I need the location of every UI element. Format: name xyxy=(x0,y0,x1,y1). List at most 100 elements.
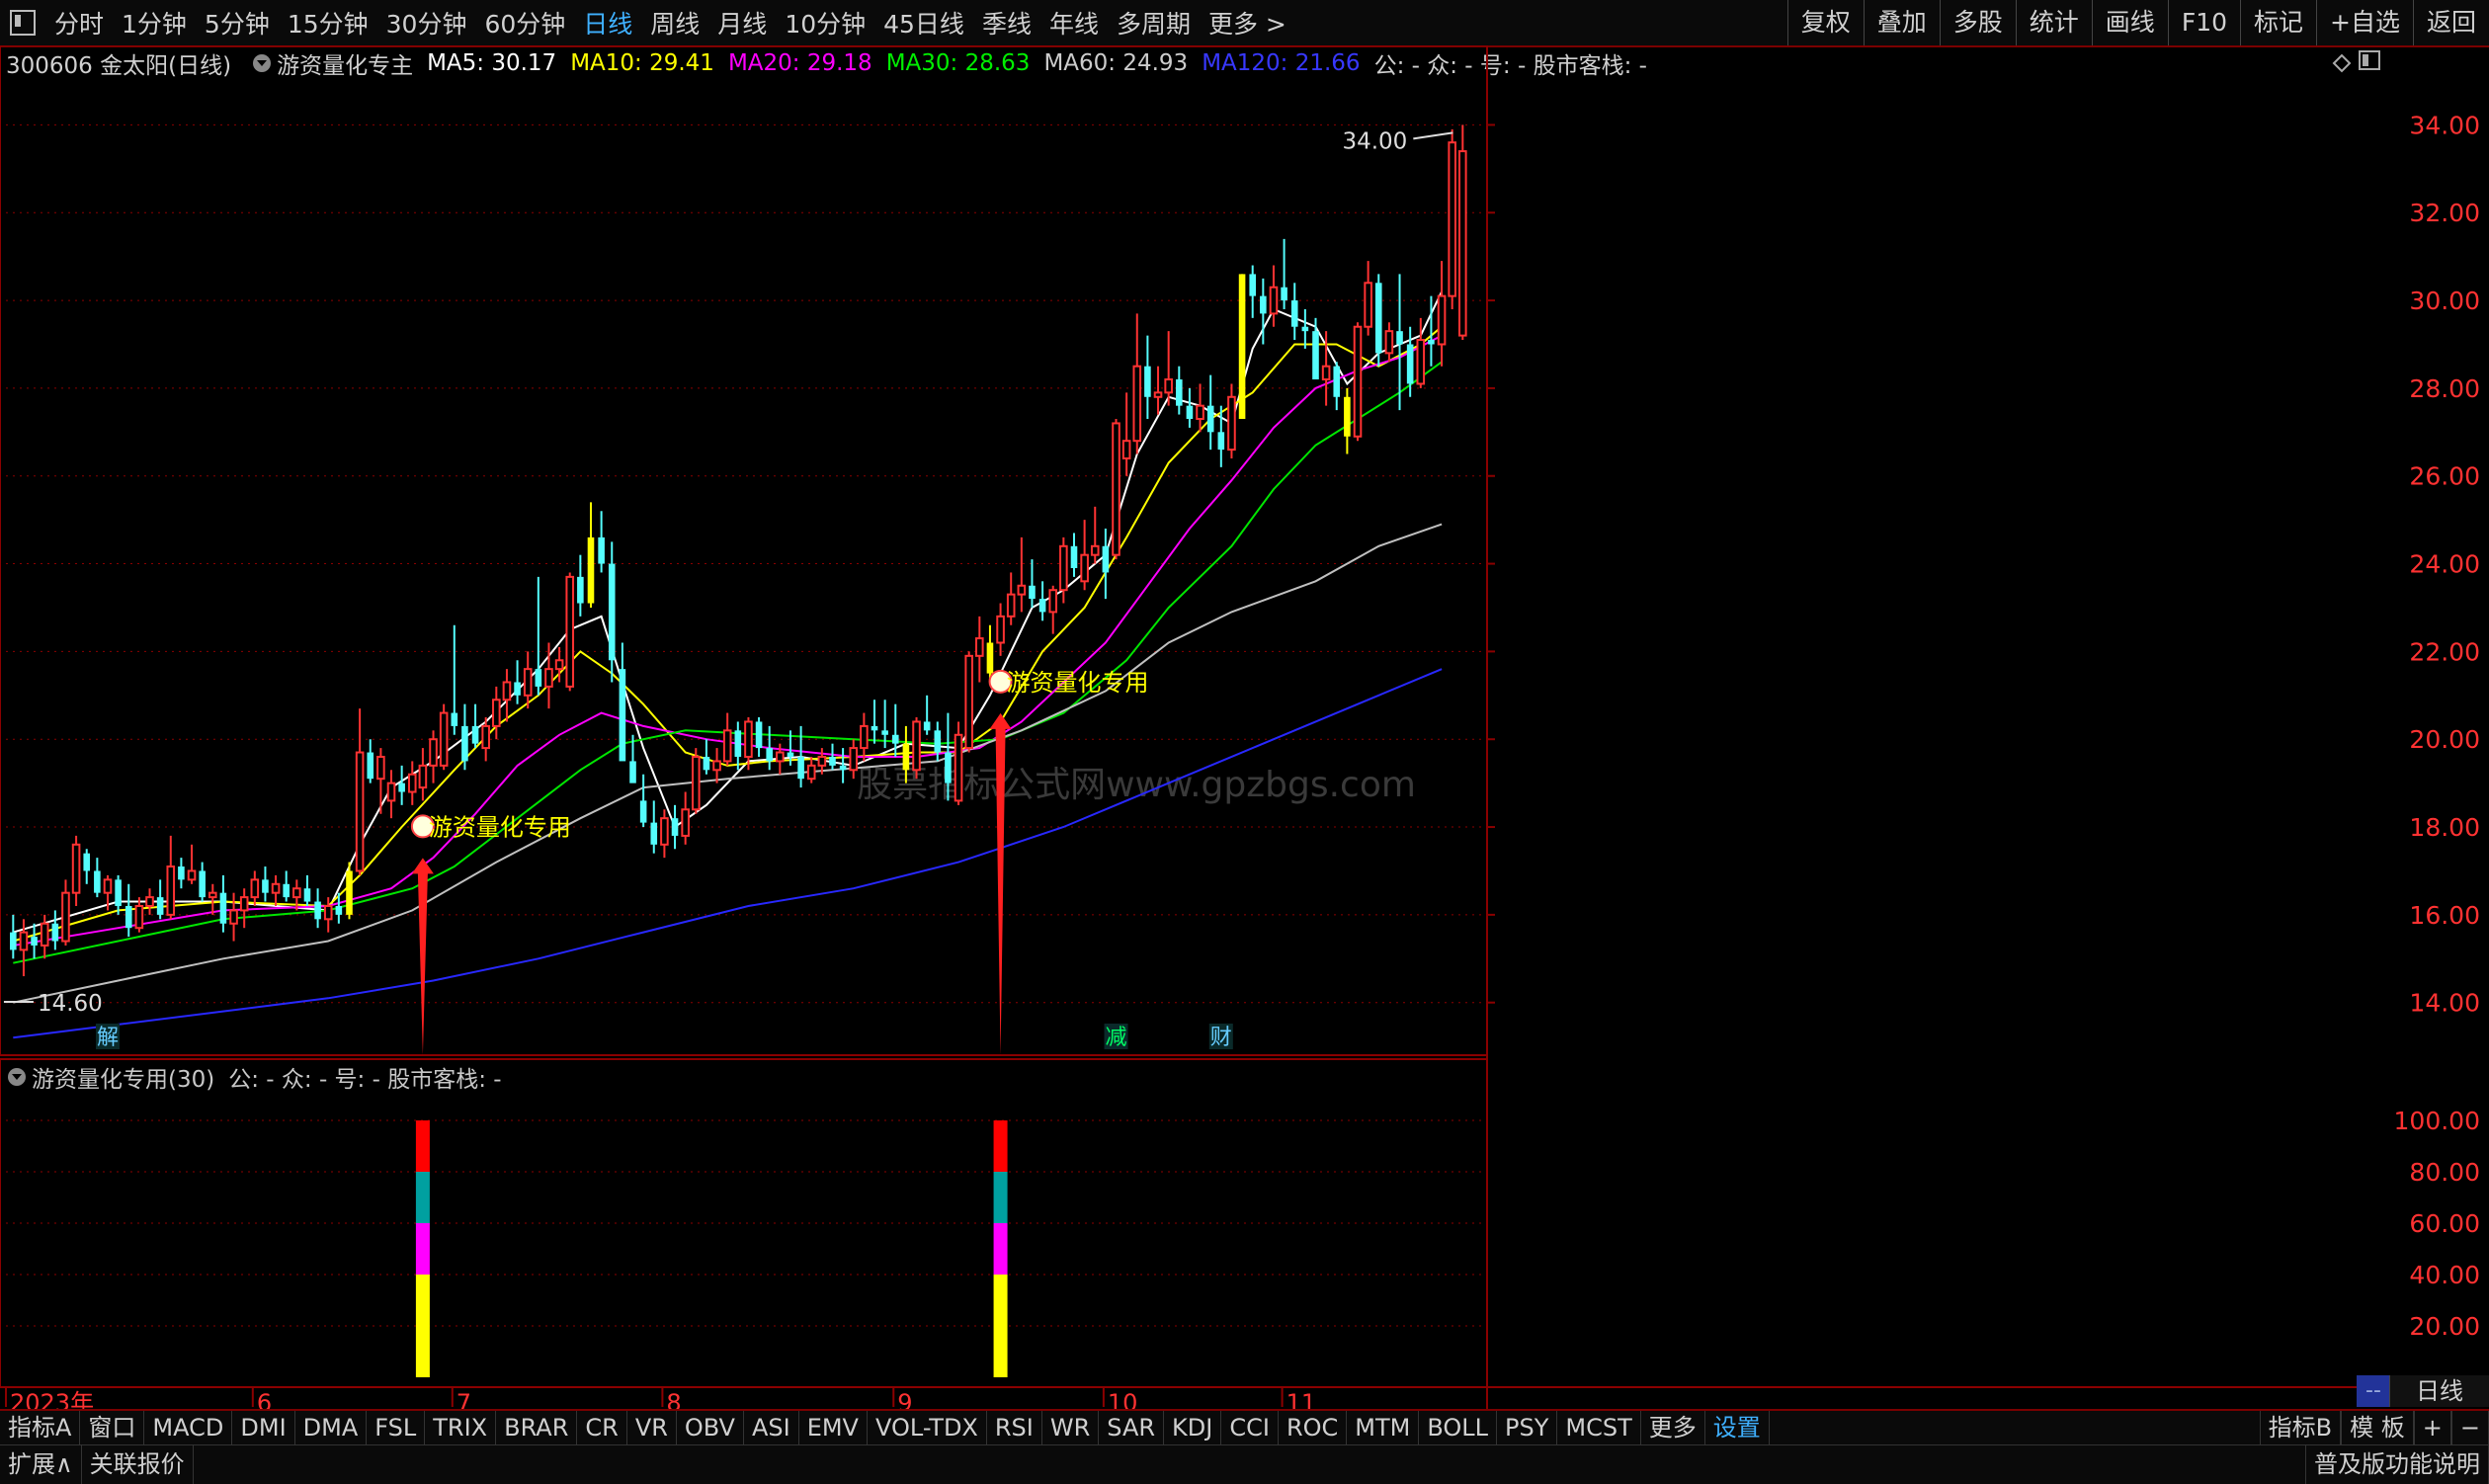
price-tick-label-6: 26.00 xyxy=(2409,462,2480,491)
indicator-tab-15[interactable]: WR xyxy=(1042,1411,1100,1444)
period-1[interactable]: 1分钟 xyxy=(113,5,196,41)
candle-body-128 xyxy=(1353,325,1363,438)
indicator-tab-right-3[interactable]: − xyxy=(2450,1411,2489,1444)
indicator-tab-2[interactable]: MACD xyxy=(144,1411,233,1444)
toolbar-right-2[interactable]: 多股 xyxy=(1939,0,2016,45)
candle-body-74 xyxy=(787,752,794,757)
candle-body-72 xyxy=(766,748,774,762)
date-label-4: 9 xyxy=(897,1389,912,1409)
high-label: 34.00 xyxy=(1342,128,1407,154)
indicator-tab-4[interactable]: DMA xyxy=(295,1411,368,1444)
sub-tick-label-0: 20.00 xyxy=(2409,1312,2480,1341)
event-mark-1: 减 xyxy=(1106,1026,1127,1050)
candle-body-33 xyxy=(355,751,365,872)
period-11[interactable]: 季线 xyxy=(973,5,1040,41)
period-13[interactable]: 多周期 xyxy=(1108,5,1200,41)
indicator-tab-5[interactable]: FSL xyxy=(367,1411,426,1444)
indicator-tab-11[interactable]: ASI xyxy=(744,1411,799,1444)
toolbar-right-6[interactable]: 标记 xyxy=(2240,0,2316,45)
toolbar-right-5[interactable]: F10 xyxy=(2167,0,2240,45)
indicator-tab-right-1[interactable]: 模 板 xyxy=(2341,1411,2414,1444)
toolbar-right-7[interactable]: +自选 xyxy=(2316,0,2413,45)
period-12[interactable]: 年线 xyxy=(1040,5,1108,41)
candle-body-94 xyxy=(996,615,1005,644)
indicator-tab-21[interactable]: BOLL xyxy=(1419,1411,1498,1444)
indicator-tab-16[interactable]: SAR xyxy=(1099,1411,1165,1444)
toolbar-right-1[interactable]: 叠加 xyxy=(1863,0,1940,45)
related-quote-button[interactable]: 关联报价 xyxy=(82,1445,194,1484)
candle-body-123 xyxy=(1301,326,1309,332)
indicator-tab-7[interactable]: BRAR xyxy=(496,1411,578,1444)
period-0[interactable]: 分时 xyxy=(45,5,113,41)
candle-body-116 xyxy=(1227,395,1236,452)
period-8[interactable]: 月线 xyxy=(708,5,776,41)
toolbar-right-3[interactable]: 统计 xyxy=(2015,0,2092,45)
period-10[interactable]: 45日线 xyxy=(874,5,973,41)
period-button[interactable]: 日线 xyxy=(2389,1375,2489,1407)
period-9[interactable]: 10分钟 xyxy=(776,5,874,41)
indicator-tab-24[interactable]: 更多 xyxy=(1641,1411,1705,1444)
indicator-tab-22[interactable]: PSY xyxy=(1497,1411,1558,1444)
dash-button[interactable]: -- xyxy=(2357,1375,2390,1407)
expand-button[interactable]: 扩展∧ xyxy=(0,1445,82,1484)
indicator-tabs: 指标A 窗口 MACD DMI DMA FSL TRIX BRAR CR VR OBV ASI EMV V… xyxy=(0,1411,1770,1444)
period-7[interactable]: 周线 xyxy=(641,5,708,41)
indicator-tab-18[interactable]: CCI xyxy=(1221,1411,1279,1444)
indicator-tab-9[interactable]: VR xyxy=(627,1411,677,1444)
indicator-tab-right-2[interactable]: + xyxy=(2413,1411,2451,1444)
indicator-tab-19[interactable]: ROC xyxy=(1279,1411,1348,1444)
candle-body-79 xyxy=(839,765,847,771)
sub-indicator-bars xyxy=(415,1120,1008,1377)
candle-body-48 xyxy=(514,682,521,696)
candle-body-69 xyxy=(734,730,742,757)
candle-body-59 xyxy=(629,761,636,783)
candle-body-75 xyxy=(797,756,804,780)
period-3[interactable]: 15分钟 xyxy=(279,5,377,41)
candle-body-26 xyxy=(283,883,290,898)
candle-body-115 xyxy=(1217,432,1225,451)
period-6[interactable]: 日线 xyxy=(574,5,641,41)
version-info-button[interactable]: 普及版功能说明 xyxy=(2305,1445,2489,1484)
indicator-tab-13[interactable]: VOL-TDX xyxy=(868,1411,987,1444)
indicator-tab-12[interactable]: EMV xyxy=(799,1411,868,1444)
candle-body-64 xyxy=(681,808,690,837)
indicator-tab-0[interactable]: 指标A xyxy=(0,1411,81,1444)
indicator-tab-23[interactable]: MCST xyxy=(1557,1411,1641,1444)
period-4[interactable]: 30分钟 xyxy=(377,5,476,41)
candle-body-25 xyxy=(271,882,281,894)
indicator-tab-right-0[interactable]: 指标B xyxy=(2259,1411,2342,1444)
indicator-tab-25[interactable]: 设置 xyxy=(1705,1411,1770,1444)
price-tick-label-2: 18.00 xyxy=(2409,813,2480,842)
candle-body-76 xyxy=(806,764,816,781)
candle-body-22 xyxy=(239,896,249,912)
indicator-tab-17[interactable]: KDJ xyxy=(1164,1411,1222,1444)
candle-body-58 xyxy=(619,669,626,762)
candle-body-43 xyxy=(461,725,468,762)
price-tick-label-4: 22.00 xyxy=(2409,637,2480,666)
price-tick-label-9: 32.00 xyxy=(2409,199,2480,227)
indicator-tab-14[interactable]: RSI xyxy=(987,1411,1042,1444)
toolbar-right-8[interactable]: 返回 xyxy=(2412,0,2489,45)
indicator-tab-20[interactable]: MTM xyxy=(1347,1411,1420,1444)
indicator-tab-bar: 指标A 窗口 MACD DMI DMA FSL TRIX BRAR CR VR OBV ASI EMV V… xyxy=(0,1409,2489,1444)
window-toggle-icon[interactable] xyxy=(10,10,36,36)
toolbar-right-4[interactable]: 画线 xyxy=(2091,0,2168,45)
sub-tick-label-2: 60.00 xyxy=(2409,1209,2480,1238)
candle-body-55 xyxy=(587,536,595,604)
indicator-tab-3[interactable]: DMI xyxy=(232,1411,295,1444)
indicator-tab-1[interactable]: 窗口 xyxy=(80,1411,145,1444)
date-label-5: 10 xyxy=(1108,1389,1138,1409)
candle-body-129 xyxy=(1364,282,1372,328)
candle-body-23 xyxy=(250,878,260,899)
period-2[interactable]: 5分钟 xyxy=(196,5,279,41)
period-5[interactable]: 60分钟 xyxy=(475,5,574,41)
indicator-tab-10[interactable]: OBV xyxy=(677,1411,744,1444)
indicator-tab-6[interactable]: TRIX xyxy=(425,1411,497,1444)
price-tick-label-1: 16.00 xyxy=(2409,901,2480,930)
toolbar-right-0[interactable]: 复权 xyxy=(1786,0,1864,45)
period-14[interactable]: 更多 > xyxy=(1200,5,1295,41)
indicator-tab-8[interactable]: CR xyxy=(577,1411,627,1444)
price-tick-label-0: 14.00 xyxy=(2409,989,2480,1018)
stock-chart[interactable]: 股票指标公式网www.gpzbgs.com 34.0014.60 游资量化专用游… xyxy=(0,45,2489,1409)
candle-body-35 xyxy=(376,755,385,781)
